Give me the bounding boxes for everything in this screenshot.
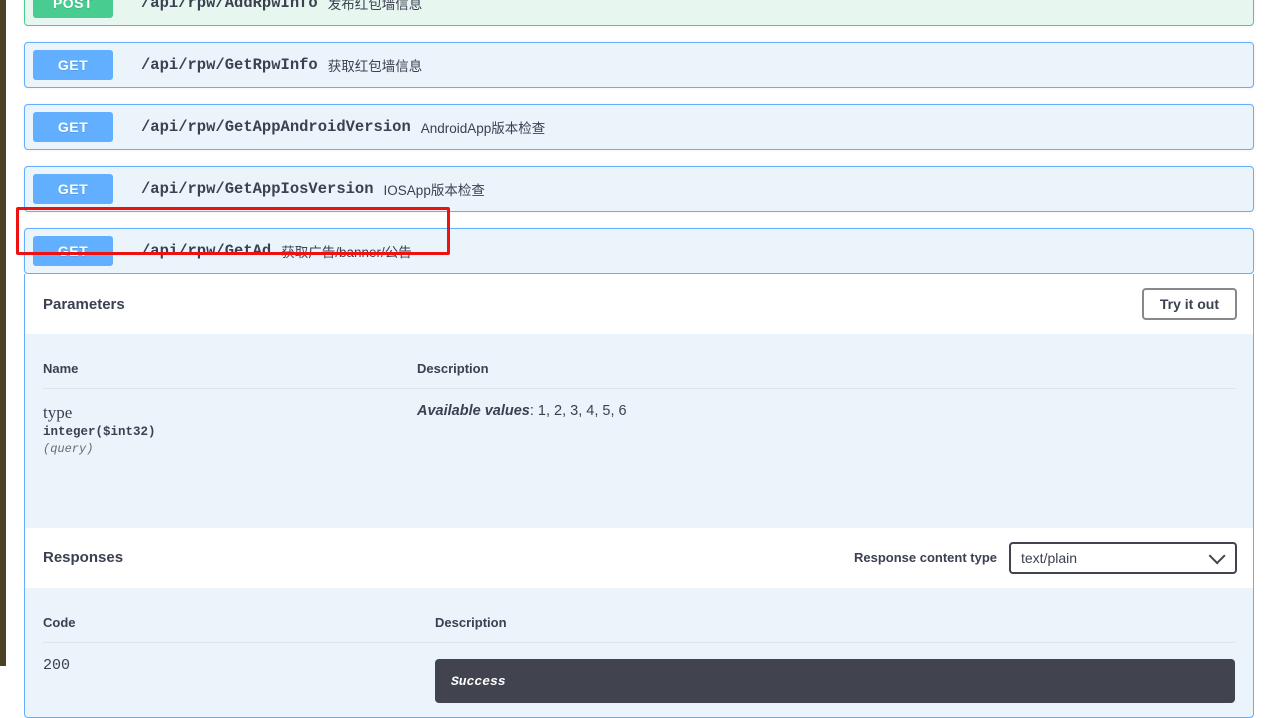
operation-path: /api/rpw/GetAppAndroidVersion	[141, 118, 411, 136]
operation-summary-text: 发布红包墙信息	[327, 0, 423, 12]
parameter-location: (query)	[43, 441, 94, 456]
response-description-code-block: Success	[435, 658, 1235, 703]
parameter-description-cell: Available values: 1, 2, 3, 4, 5, 6	[417, 389, 1235, 456]
responses-table-wrap: Code Description 200 Success	[25, 589, 1253, 717]
parameters-spacer	[43, 456, 1235, 514]
chevron-down-icon	[1208, 546, 1226, 564]
operation-row-get-getad[interactable]: GET /api/rpw/GetAd 获取广告/banner/公告	[24, 228, 1254, 274]
operation-summary[interactable]: GET /api/rpw/GetAppAndroidVersion Androi…	[25, 105, 1253, 149]
operation-summary[interactable]: GET /api/rpw/GetAppIosVersion IOSApp版本检查	[25, 167, 1253, 211]
response-content-type-label: Response content type	[853, 550, 997, 566]
method-badge-get: GET	[33, 50, 113, 80]
method-badge-get: GET	[33, 236, 113, 266]
response-content-type-group: Response content type text/plain	[853, 541, 1237, 574]
method-badge-post: POST	[33, 0, 113, 18]
operation-row-post-addrpwinfo[interactable]: POST /api/rpw/AddRpwInfo 发布红包墙信息	[24, 0, 1254, 26]
response-content-type-select[interactable]: text/plain	[1009, 541, 1237, 574]
column-header-name: Name	[43, 353, 417, 389]
responses-table: Code Description 200 Success	[43, 606, 1235, 703]
responses-title: Responses	[43, 549, 124, 567]
parameter-name-cell: type integer($int32) (query)	[43, 389, 417, 456]
viewport-left-edge-strip	[0, 0, 6, 666]
method-badge-get: GET	[33, 112, 113, 142]
try-it-out-button[interactable]: Try it out	[1141, 288, 1237, 320]
table-row: type integer($int32) (query) Available v…	[43, 389, 1235, 456]
response-code: 200	[43, 656, 71, 674]
operation-path: /api/rpw/GetAd	[141, 242, 272, 260]
response-content-type-value: text/plain	[1021, 549, 1078, 566]
parameters-title: Parameters	[43, 295, 125, 313]
operation-summary[interactable]: GET /api/rpw/GetRpwInfo 获取红包墙信息	[25, 43, 1253, 87]
column-header-code: Code	[43, 606, 435, 643]
swagger-ui-page: POST /api/rpw/AddRpwInfo 发布红包墙信息 GET /ap…	[0, 0, 1278, 718]
response-code-cell: 200	[43, 642, 435, 703]
operation-summary-text: 获取红包墙信息	[327, 59, 423, 74]
table-row: 200 Success	[43, 642, 1235, 703]
method-badge-get: GET	[33, 174, 113, 204]
operation-row-get-getappandroidversion[interactable]: GET /api/rpw/GetAppAndroidVersion Androi…	[24, 104, 1254, 150]
operations-list: POST /api/rpw/AddRpwInfo 发布红包墙信息 GET /ap…	[10, 0, 1268, 718]
parameters-table-header-row: Name Description	[43, 353, 1235, 389]
operation-summary-text: AndroidApp版本检查	[420, 121, 546, 136]
column-header-description: Description	[435, 606, 1235, 643]
operation-path: /api/rpw/AddRpwInfo	[141, 0, 318, 12]
viewport-left-gutter	[6, 0, 10, 666]
response-description-text: Success	[451, 673, 506, 689]
response-description-cell: Success	[435, 642, 1235, 703]
parameter-name: type	[43, 403, 73, 422]
operation-path: /api/rpw/GetRpwInfo	[141, 56, 318, 74]
operation-path: /api/rpw/GetAppIosVersion	[141, 180, 374, 198]
operation-detail-panel: Parameters Try it out Name Description t…	[24, 274, 1254, 718]
available-values-list: 1, 2, 3, 4, 5, 6	[537, 403, 627, 419]
parameters-header: Parameters Try it out	[25, 274, 1253, 335]
parameters-table: Name Description type integer($int32) (q…	[43, 353, 1235, 456]
operation-summary[interactable]: POST /api/rpw/AddRpwInfo 发布红包墙信息	[25, 0, 1253, 25]
parameter-available-values: Available values: 1, 2, 3, 4, 5, 6	[417, 403, 1235, 419]
operation-summary-text: IOSApp版本检查	[383, 183, 485, 198]
operation-row-get-getappiosversion[interactable]: GET /api/rpw/GetAppIosVersion IOSApp版本检查	[24, 166, 1254, 212]
responses-header: Responses Response content type text/pla…	[25, 527, 1253, 589]
responses-table-header-row: Code Description	[43, 606, 1235, 643]
operation-row-get-getrpwinfo[interactable]: GET /api/rpw/GetRpwInfo 获取红包墙信息	[24, 42, 1254, 88]
parameters-table-wrap: Name Description type integer($int32) (q…	[25, 335, 1253, 528]
operation-summary-text: 获取广告/banner/公告	[281, 245, 412, 260]
column-header-description: Description	[417, 353, 1235, 389]
parameter-type: integer($int32)	[43, 424, 156, 439]
available-values-label: Available values	[417, 403, 530, 419]
available-values-separator: :	[529, 403, 538, 419]
operation-summary[interactable]: GET /api/rpw/GetAd 获取广告/banner/公告	[25, 229, 1253, 273]
